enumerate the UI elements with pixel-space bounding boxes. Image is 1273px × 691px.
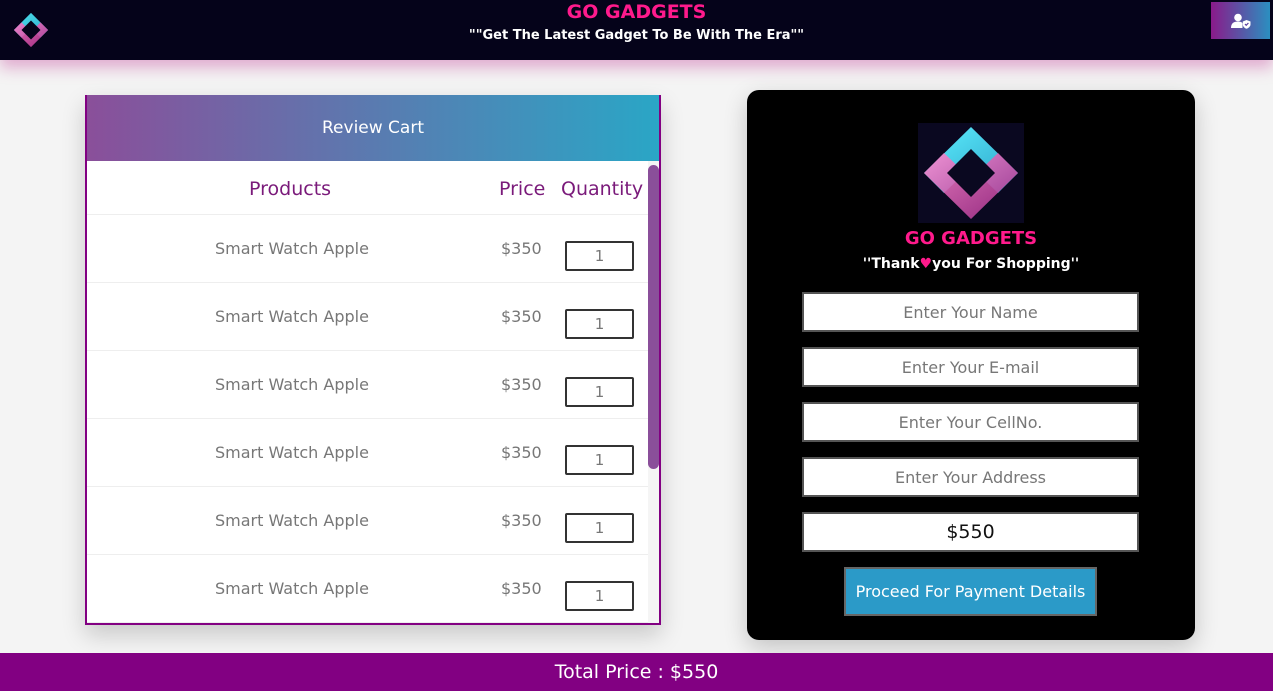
cart-row: Smart Watch Apple $350 xyxy=(87,215,659,283)
thank-you-text-end: you For Shopping'' xyxy=(932,256,1080,272)
product-price: $350 xyxy=(501,375,542,394)
product-name: Smart Watch Apple xyxy=(215,579,369,598)
address-field[interactable] xyxy=(802,457,1139,497)
cart-row: Smart Watch Apple $350 xyxy=(87,487,659,555)
quantity-input[interactable] xyxy=(565,309,634,339)
cart-title: Review Cart xyxy=(87,95,659,161)
product-price: $350 xyxy=(501,307,542,326)
product-price: $350 xyxy=(501,511,542,530)
quantity-input[interactable] xyxy=(565,241,634,271)
product-name: Smart Watch Apple xyxy=(215,307,369,326)
proceed-payment-button[interactable]: Proceed For Payment Details xyxy=(844,567,1097,616)
user-account-button[interactable] xyxy=(1211,2,1270,39)
checkout-panel: GO GADGETS ''Thank♥you For Shopping'' $5… xyxy=(747,90,1195,640)
cart-row: Smart Watch Apple $350 xyxy=(87,283,659,351)
quantity-input[interactable] xyxy=(565,581,634,611)
product-name: Smart Watch Apple xyxy=(215,375,369,394)
site-brand: GO GADGETS xyxy=(566,1,707,23)
cell-number-field[interactable] xyxy=(802,402,1139,442)
brand-logo-icon xyxy=(918,123,1024,223)
thank-you-text-start: ''Thank xyxy=(862,256,920,272)
user-shield-icon xyxy=(1230,13,1250,29)
checkout-brand: GO GADGETS xyxy=(904,228,1038,249)
cart-table: Products Price Quantity Smart Watch Appl… xyxy=(87,161,659,623)
product-price: $350 xyxy=(501,239,542,258)
site-tagline: ""Get The Latest Gadget To Be With The E… xyxy=(468,28,805,43)
quantity-input[interactable] xyxy=(565,445,634,475)
top-header: GO GADGETS ""Get The Latest Gadget To Be… xyxy=(0,0,1273,60)
quantity-input[interactable] xyxy=(565,377,634,407)
cart-scrollbar-thumb[interactable] xyxy=(648,165,659,469)
product-name: Smart Watch Apple xyxy=(215,239,369,258)
total-price-bar: Total Price : $550 xyxy=(0,653,1273,691)
thank-you-message: ''Thank♥you For Shopping'' xyxy=(747,256,1195,272)
product-name: Smart Watch Apple xyxy=(215,443,369,462)
product-price: $350 xyxy=(501,443,542,462)
quantity-input[interactable] xyxy=(565,513,634,543)
product-name: Smart Watch Apple xyxy=(215,511,369,530)
cart-row: Smart Watch Apple $350 xyxy=(87,419,659,487)
cart-column-headers: Products Price Quantity xyxy=(87,161,659,215)
name-field[interactable] xyxy=(802,292,1139,332)
cart-row: Smart Watch Apple $350 xyxy=(87,555,659,623)
email-field[interactable] xyxy=(802,347,1139,387)
column-price: Price xyxy=(499,178,546,200)
column-quantity: Quantity xyxy=(561,178,644,200)
heart-icon: ♥ xyxy=(919,256,933,272)
review-cart-panel: Review Cart Products Price Quantity Smar… xyxy=(85,95,661,625)
cart-row: Smart Watch Apple $350 xyxy=(87,351,659,419)
column-products: Products xyxy=(249,178,332,200)
order-total-display: $550 xyxy=(802,512,1139,552)
product-price: $350 xyxy=(501,579,542,598)
